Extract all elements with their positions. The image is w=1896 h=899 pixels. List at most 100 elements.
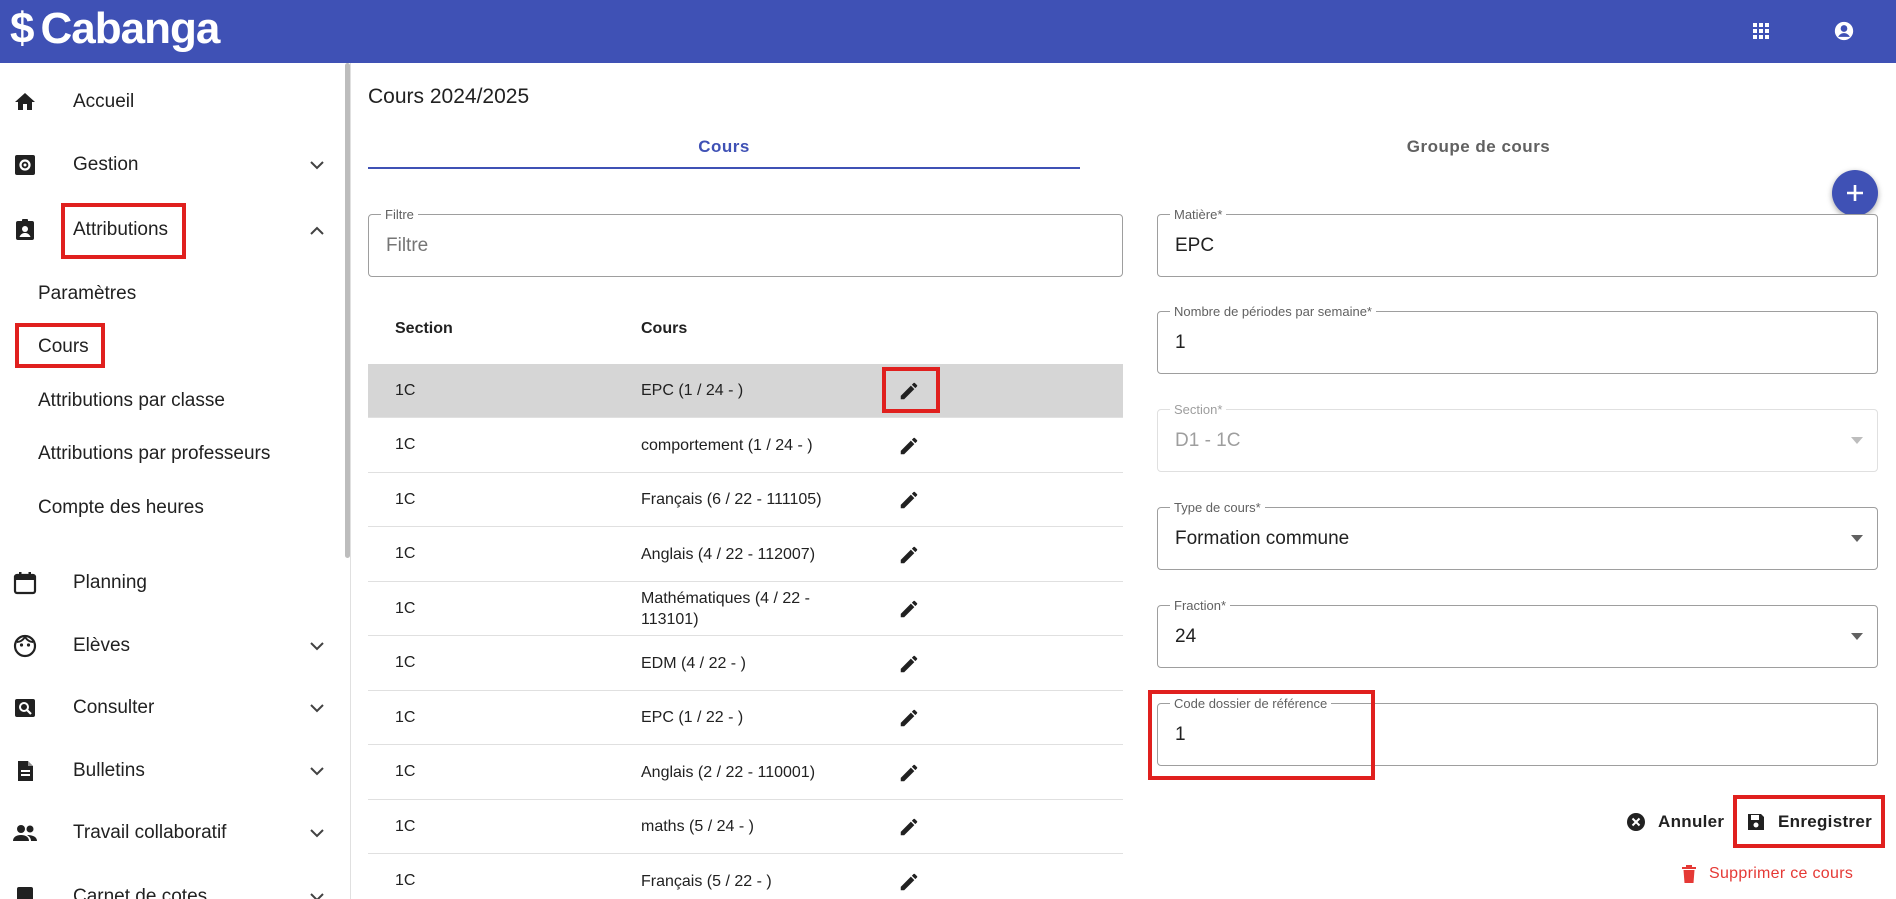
sidebar-item-label: Carnet de cotes (73, 886, 208, 899)
sidebar-item-label: Planning (73, 572, 147, 593)
account-circle-icon[interactable] (1829, 16, 1859, 46)
edit-icon[interactable] (895, 650, 923, 678)
cancel-button[interactable]: Annuler (1626, 810, 1724, 834)
floppy-disk-icon (1748, 814, 1764, 830)
chevron-down-icon (306, 697, 328, 719)
edit-icon[interactable] (895, 595, 923, 623)
sidebar: Accueil Gestion Attributions Paramètres … (0, 63, 351, 899)
edit-icon[interactable] (895, 704, 923, 732)
chevron-down-icon (306, 822, 328, 844)
cabanga-logo[interactable]: $ Cabanga (10, 4, 220, 54)
column-header-cours: Cours (641, 320, 688, 337)
section-cell: 1C (395, 436, 416, 453)
filter-input[interactable] (386, 215, 1064, 276)
apps-icon[interactable] (1746, 16, 1776, 46)
table-row[interactable]: 1C Français (5 / 22 - ) (368, 855, 1123, 899)
dropdown-arrow-icon (1851, 436, 1863, 444)
periodes-value: 1 (1175, 331, 1186, 353)
table-row[interactable]: 1C comportement (1 / 24 - ) (368, 419, 1123, 473)
section-cell: 1C (395, 654, 416, 671)
plus-icon (1847, 185, 1863, 201)
cours-cell: maths (5 / 24 - ) (641, 818, 754, 835)
logo-dollar-symbol: $ (10, 4, 35, 53)
sidebar-subitem-parametres[interactable]: Paramètres (0, 272, 340, 316)
sidebar-subitem-label: Attributions par classe (38, 390, 225, 411)
table-row[interactable]: 1C Anglais (4 / 22 - 112007) (368, 528, 1123, 582)
sidebar-item-gestion[interactable]: Gestion (0, 139, 340, 191)
section-cell: 1C (395, 490, 416, 508)
table-row[interactable]: 1C EPC (1 / 22 - ) (368, 691, 1123, 745)
cours-cell: Français (6 / 22 - 111105) (641, 491, 822, 508)
settings-box-icon (12, 152, 38, 178)
sidebar-scrollbar[interactable] (345, 63, 350, 558)
sidebar-item-eleves[interactable]: Elèves (0, 620, 340, 672)
sidebar-item-bulletins[interactable]: Bulletins (0, 745, 340, 797)
sidebar-item-consulter[interactable]: Consulter (0, 682, 340, 734)
sidebar-subitem-label: Cours (38, 336, 89, 357)
sidebar-item-label: Bulletins (73, 760, 145, 781)
edit-icon[interactable] (895, 486, 923, 514)
add-course-button[interactable] (1832, 170, 1878, 216)
sidebar-item-attributions[interactable]: Attributions (0, 204, 340, 256)
sidebar-item-travail-collaboratif[interactable]: Travail collaboratif (0, 807, 340, 859)
table-row[interactable]: 1C Français (6 / 22 - 111105) (368, 473, 1123, 527)
delete-course-button[interactable]: Supprimer ce cours (1681, 863, 1853, 885)
table-row[interactable]: 1C maths (5 / 24 - ) (368, 800, 1123, 854)
sidebar-item-label: Consulter (73, 697, 155, 718)
cours-cell: Français (5 / 22 - ) (641, 872, 772, 890)
face-icon (12, 633, 38, 659)
chevron-down-icon (306, 760, 328, 782)
search-box-icon (12, 695, 38, 721)
trash-icon (1682, 865, 1696, 883)
section-value: D1 - 1C (1175, 429, 1241, 451)
edit-icon[interactable] (895, 813, 923, 841)
cancel-circle-icon (1627, 813, 1645, 831)
section-cell: 1C (395, 545, 416, 562)
edit-icon[interactable] (895, 377, 923, 405)
save-button-label: Enregistrer (1778, 812, 1873, 831)
sidebar-item-planning[interactable]: Planning (0, 557, 340, 609)
sidebar-item-carnet-de-cotes[interactable]: Carnet de cotes (0, 871, 340, 899)
sidebar-item-accueil[interactable]: Accueil (0, 76, 340, 128)
matiere-field[interactable]: Matière* EPC (1157, 207, 1878, 277)
fraction-value: 24 (1175, 625, 1197, 647)
sidebar-subitem-compte-des-heures[interactable]: Compte des heures (0, 486, 340, 530)
save-button[interactable]: Enregistrer (1746, 810, 1872, 834)
edit-icon[interactable] (895, 541, 923, 569)
column-header-section: Section (395, 320, 453, 337)
section-cell: 1C (395, 381, 416, 399)
cancel-button-label: Annuler (1658, 812, 1725, 831)
chevron-down-icon (306, 635, 328, 657)
sidebar-subitem-attributions-par-classe[interactable]: Attributions par classe (0, 379, 340, 423)
table-row[interactable]: 1C EDM (4 / 22 - ) (368, 637, 1123, 691)
edit-icon[interactable] (895, 868, 923, 896)
cours-cell: Anglais (4 / 22 - 112007) (641, 545, 816, 563)
cours-cell: EPC (1 / 24 - ) (641, 382, 744, 399)
table-row[interactable]: 1C Mathématiques (4 / 22 - 113101) (368, 582, 1123, 636)
edit-icon[interactable] (895, 432, 923, 460)
table-row[interactable]: 1C EPC (1 / 24 - ) (368, 364, 1123, 418)
fraction-select[interactable]: Fraction* 24 (1157, 598, 1878, 668)
sidebar-item-label: Accueil (73, 91, 135, 112)
sidebar-subitem-label: Compte des heures (38, 497, 204, 518)
app-bar: $ Cabanga (0, 0, 1896, 63)
section-cell: 1C (395, 599, 416, 617)
tab-groupe-de-cours[interactable]: Groupe de cours (1126, 125, 1831, 169)
periodes-field[interactable]: Nombre de périodes par semaine* 1 (1157, 304, 1878, 374)
chevron-up-icon (306, 219, 328, 241)
periodes-label: Nombre de périodes par semaine* (1170, 304, 1376, 319)
sidebar-subitem-label: Paramètres (38, 283, 137, 304)
edit-icon[interactable] (895, 759, 923, 787)
sidebar-subitem-attributions-par-professeurs[interactable]: Attributions par professeurs (0, 432, 340, 476)
sidebar-subitem-cours[interactable]: Cours (0, 325, 340, 369)
code-dossier-field[interactable]: Code dossier de référence 1 (1157, 696, 1878, 766)
people-icon (12, 820, 38, 846)
notebook-icon (12, 884, 38, 899)
filter-field[interactable]: Filtre (368, 207, 1123, 277)
type-cours-select[interactable]: Type de cours* Formation commune (1157, 500, 1878, 570)
type-cours-value: Formation commune (1175, 527, 1350, 549)
table-row[interactable]: 1C Anglais (2 / 22 - 110001) (368, 746, 1123, 800)
section-cell: 1C (395, 763, 416, 780)
section-cell: 1C (395, 817, 416, 835)
tab-cours[interactable]: Cours (368, 125, 1080, 169)
